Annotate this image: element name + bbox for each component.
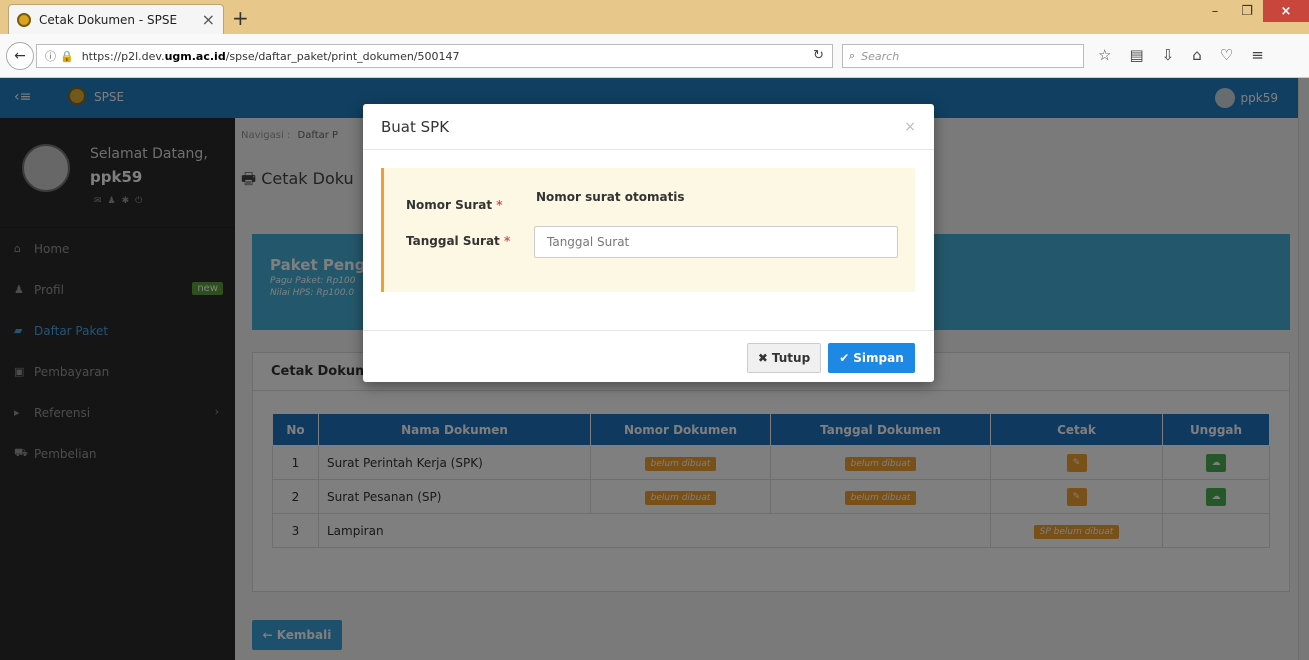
url-path: /spse/daftar_paket/print_dokumen/500147 — [225, 49, 460, 63]
restore-icon[interactable]: ❐ — [1231, 0, 1263, 22]
search-input[interactable]: ⌕ Search — [842, 44, 1084, 68]
hamburger-menu-icon[interactable]: ≡ — [1251, 46, 1264, 64]
modal-footer: ✖ Tutup ✔ Simpan — [363, 330, 934, 382]
simpan-button[interactable]: ✔ Simpan — [828, 343, 915, 373]
reload-icon[interactable]: ↻ — [813, 48, 824, 63]
nomor-surat-label-text: Nomor Surat — [406, 198, 493, 212]
info-icon[interactable]: ⓘ — [45, 48, 56, 64]
close-icon: ✖ — [757, 351, 768, 365]
tanggal-surat-label: Tanggal Surat * — [406, 234, 510, 248]
search-placeholder: Search — [861, 49, 900, 63]
browser-navbar: ← ⓘ 🔒 https://p2l.dev. ugm.ac.id/spse/daf… — [0, 34, 1309, 78]
tanggal-surat-input[interactable]: Tanggal Surat — [534, 226, 898, 258]
required-mark: * — [503, 234, 511, 248]
close-icon[interactable]: × — [904, 119, 916, 135]
modal-form: Nomor Surat * Nomor surat otomatis Tangg… — [381, 168, 915, 292]
bookmark-star-icon[interactable]: ☆ — [1098, 46, 1111, 64]
nomor-surat-label: Nomor Surat * — [406, 198, 503, 212]
url-prefix: https://p2l.dev. — [81, 49, 165, 63]
tutup-label: Tutup — [771, 351, 811, 365]
check-icon: ✔ — [839, 351, 850, 365]
pocket-icon[interactable]: ♡ — [1220, 46, 1233, 64]
buat-spk-modal: Buat SPK × Nomor Surat * Nomor surat oto… — [363, 104, 934, 382]
browser-tab[interactable]: Cetak Dokumen - SPSE × — [8, 4, 224, 34]
lock-icon: 🔒 — [60, 49, 74, 63]
url-bar[interactable]: ⓘ 🔒 https://p2l.dev. ugm.ac.id/spse/dafta… — [36, 44, 833, 68]
tutup-button[interactable]: ✖ Tutup — [747, 343, 821, 373]
browser-toolbar: ☆ ▤ ⇩ ⌂ ♡ ≡ — [1098, 46, 1264, 64]
tab-close-icon[interactable]: × — [202, 10, 215, 29]
window-controls: – ❐ × — [1199, 0, 1309, 22]
modal-title: Buat SPK — [381, 117, 450, 136]
tab-title: Cetak Dokumen - SPSE — [39, 12, 178, 27]
download-icon[interactable]: ⇩ — [1162, 46, 1175, 64]
modal-header: Buat SPK × — [363, 104, 934, 150]
required-mark: * — [496, 198, 503, 212]
nomor-surat-value: Nomor surat otomatis — [536, 190, 685, 204]
url-domain: ugm.ac.id — [164, 49, 226, 63]
favicon-icon — [17, 12, 31, 27]
home-icon[interactable]: ⌂ — [1192, 46, 1202, 64]
browser-tabbar: Cetak Dokumen - SPSE × + – ❐ × — [0, 0, 1309, 34]
reading-list-icon[interactable]: ▤ — [1129, 46, 1143, 64]
new-tab-icon[interactable]: + — [232, 6, 249, 30]
window-close-icon[interactable]: × — [1263, 0, 1309, 22]
search-icon: ⌕ — [849, 49, 856, 62]
simpan-label: Simpan — [853, 351, 904, 365]
minimize-icon[interactable]: – — [1199, 0, 1231, 22]
back-arrow-icon[interactable]: ← — [6, 42, 34, 70]
tanggal-surat-label-text: Tanggal Surat — [406, 234, 500, 248]
